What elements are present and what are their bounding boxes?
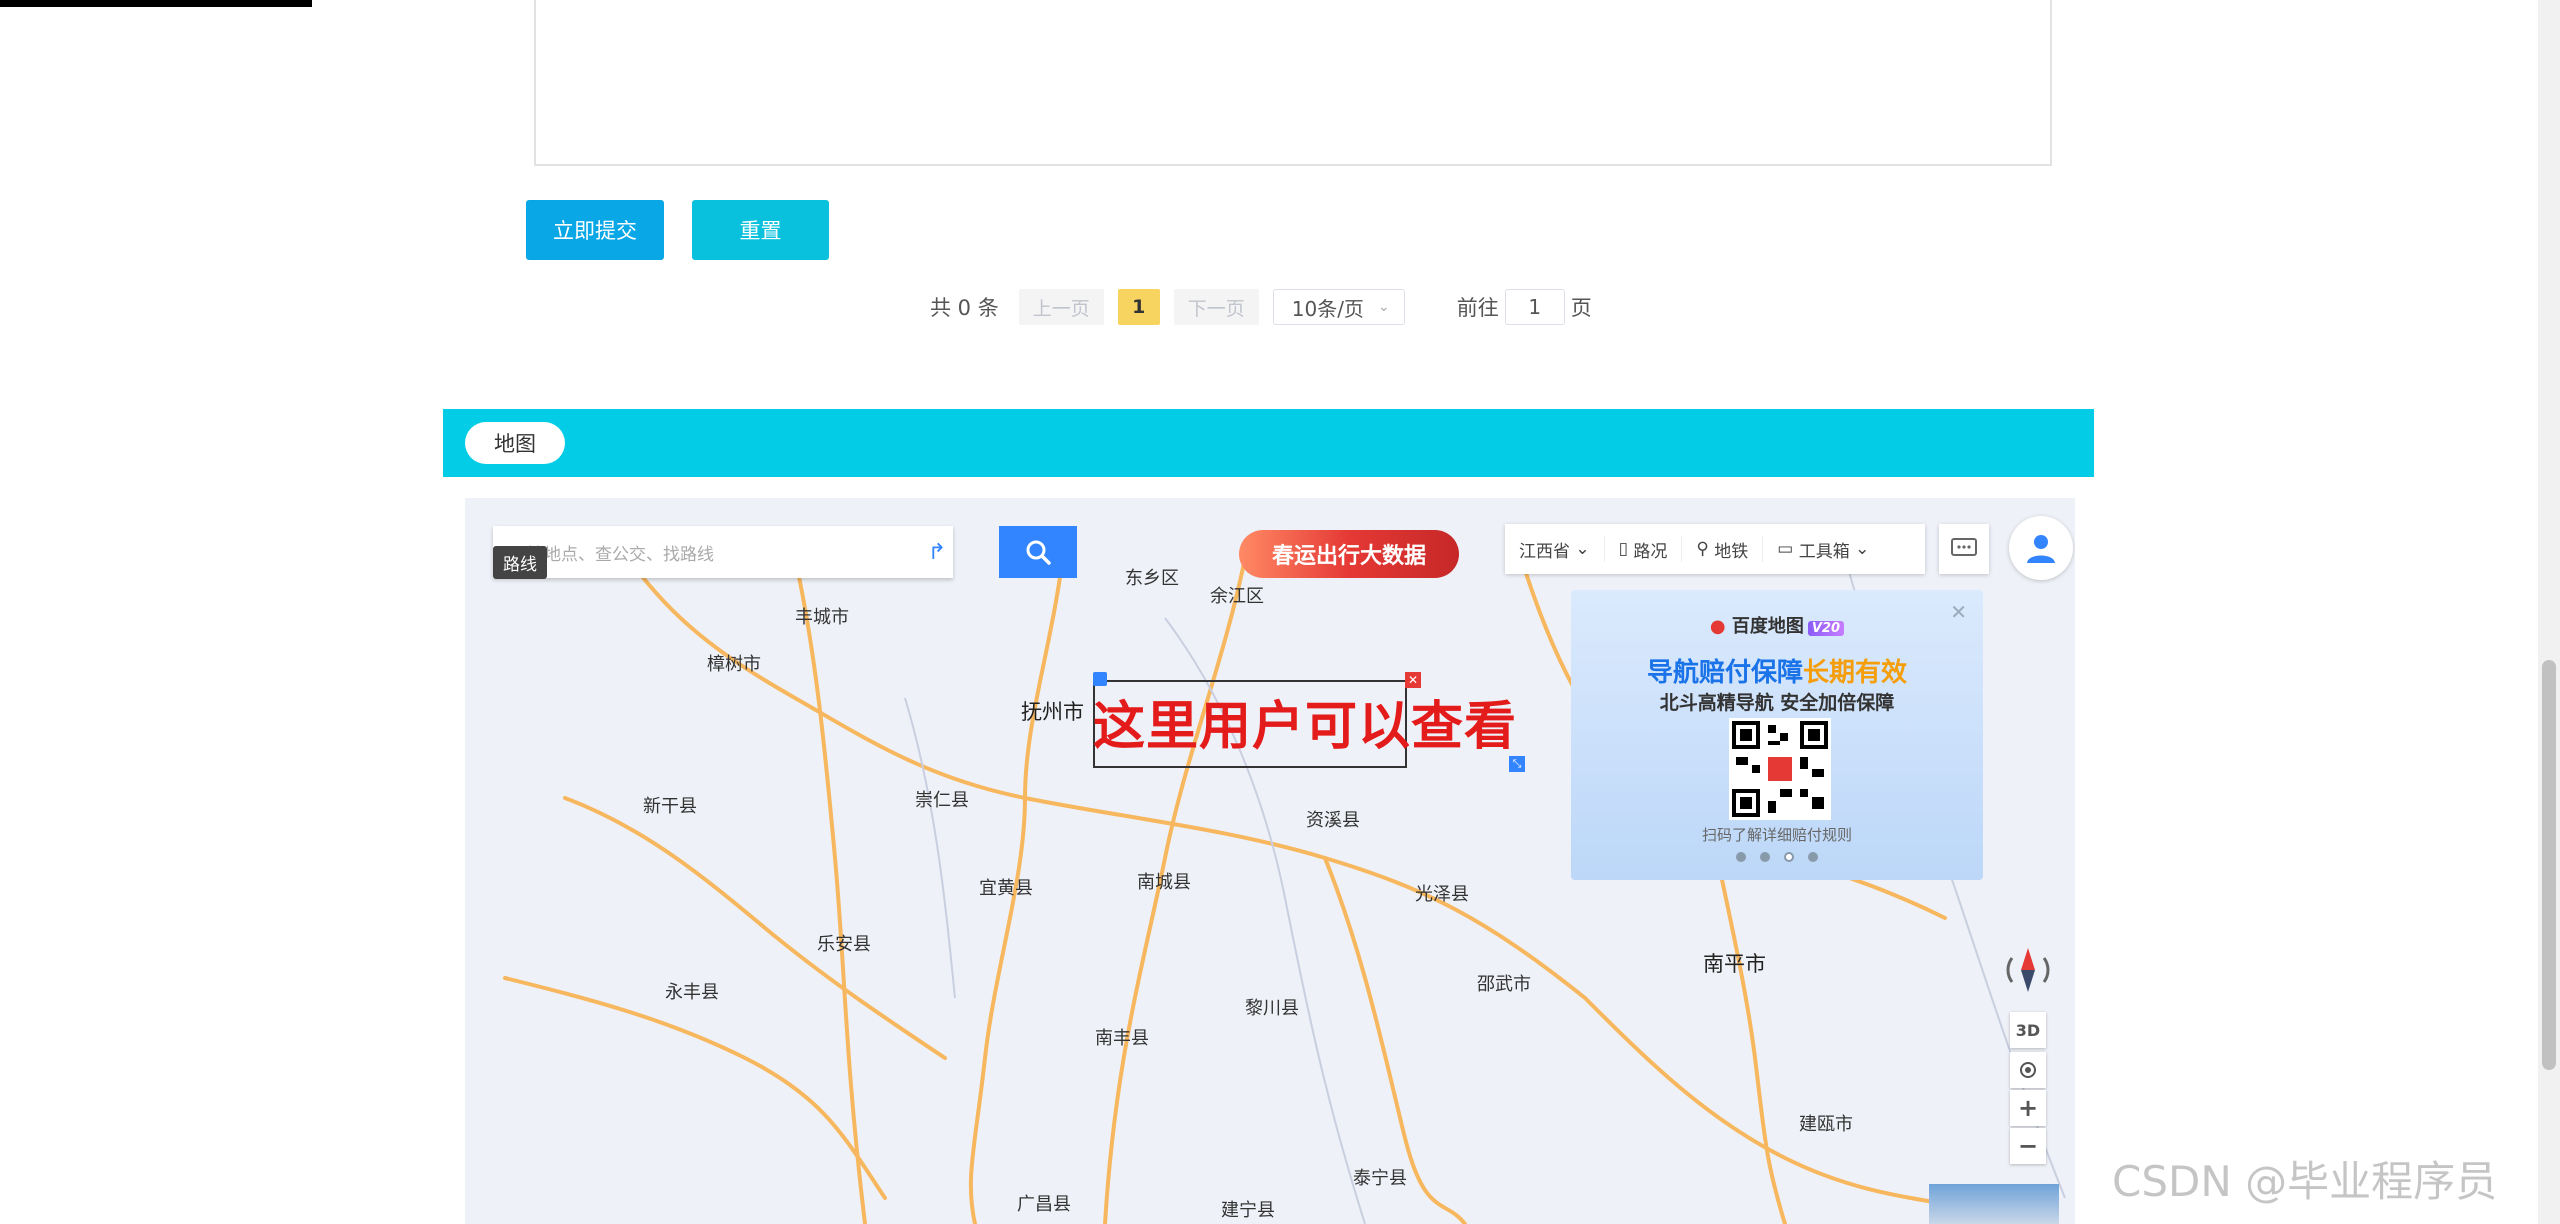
city-label: 建宁县: [1221, 1200, 1275, 1221]
traffic-light-icon: ▯: [1618, 539, 1629, 559]
chevron-down-icon: ⌄: [1855, 539, 1870, 559]
carousel-dot-active[interactable]: [1784, 852, 1794, 862]
route-tooltip: 路线: [493, 546, 547, 579]
city-label: 广昌县: [1017, 1194, 1071, 1215]
qr-code: [1729, 718, 1831, 820]
map-section-header: 地图: [443, 409, 2094, 477]
city-label: 乐安县: [817, 934, 871, 955]
content-textarea[interactable]: [534, 0, 2052, 166]
map-search-input[interactable]: 搜地点、查公交、找路线 ↱: [493, 526, 953, 578]
city-label: 新干县: [643, 796, 697, 817]
city-label: 泰宁县: [1353, 1168, 1407, 1189]
rotate-handle-icon[interactable]: [1093, 672, 1107, 686]
map-pin-icon: ●: [1709, 616, 1726, 637]
city-label: 宜黄县: [979, 878, 1033, 899]
promo-headline-a: 导航赔付保障: [1646, 658, 1803, 688]
top-black-bar: [0, 0, 312, 7]
city-label: 崇仁县: [915, 790, 969, 811]
subway-icon: ⚲: [1696, 539, 1709, 559]
user-avatar-button[interactable]: [2009, 516, 2073, 580]
carousel-dot[interactable]: [1736, 852, 1746, 862]
city-label: 抚州市: [1021, 700, 1084, 724]
city-label: 东乡区: [1125, 568, 1179, 589]
locate-button[interactable]: [2010, 1052, 2046, 1088]
city-label: 光泽县: [1415, 884, 1469, 905]
zoom-in-button[interactable]: +: [2010, 1090, 2046, 1126]
pagination-total: 共 0 条: [930, 296, 999, 320]
toolbox-label: 工具箱: [1798, 541, 1850, 562]
map-overlay-text[interactable]: 这里用户可以查看: [1093, 684, 1517, 759]
map-toolbar: 江西省 ⌄ ▯ 路况 ⚲ 地铁 ▭ 工具箱 ⌄: [1505, 524, 1925, 574]
page-size-value: 10条/页: [1291, 296, 1364, 321]
route-icon[interactable]: ↱: [921, 538, 953, 566]
subway-toggle[interactable]: ⚲ 地铁: [1682, 536, 1764, 562]
submit-button[interactable]: 立即提交: [526, 200, 664, 260]
promo-note: 扫码了解详细赔付规则: [1701, 826, 1852, 844]
carousel-dot[interactable]: [1760, 852, 1770, 862]
promo-headline-b: 长期有效: [1803, 658, 1908, 688]
promo-carousel-dots[interactable]: [1571, 852, 1983, 862]
qr-code-icon: [1732, 721, 1828, 817]
compass-icon: [2006, 948, 2050, 992]
traffic-label: 路况: [1633, 541, 1668, 562]
toolbox-menu[interactable]: ▭ 工具箱 ⌄: [1763, 536, 1883, 562]
reset-button[interactable]: 重置: [692, 200, 829, 260]
user-icon: [2027, 535, 2055, 563]
carousel-dot[interactable]: [1808, 852, 1818, 862]
province-value: 江西省: [1519, 541, 1570, 562]
promo-version: V20: [1807, 621, 1845, 636]
map-search-placeholder: 搜地点、查公交、找路线: [527, 544, 714, 565]
city-label: 建瓯市: [1799, 1114, 1853, 1135]
csdn-watermark: CSDN @毕业程序员: [2112, 1157, 2498, 1206]
spring-festival-banner[interactable]: 春运出行大数据: [1239, 530, 1459, 578]
map-search-button[interactable]: [999, 526, 1077, 578]
resize-handle-icon[interactable]: ⤡: [1509, 756, 1525, 772]
jump-suffix: 页: [1570, 296, 1592, 320]
pagination: 共 0 条 上一页 1 下一页 10条/页 ⌄ 前往 1 页: [930, 288, 1592, 326]
city-label: 资溪县: [1306, 810, 1360, 831]
3d-toggle-button[interactable]: 3D: [2010, 1012, 2046, 1048]
chevron-down-icon: ⌄: [1378, 299, 1390, 315]
toolbox-icon: ▭: [1777, 539, 1794, 559]
promo-headline: 导航赔付保障长期有效: [1571, 652, 1983, 689]
city-label: 南城县: [1137, 872, 1191, 893]
next-page-button[interactable]: 下一页: [1173, 289, 1259, 325]
compass-control[interactable]: [1998, 940, 2058, 1000]
prev-page-button[interactable]: 上一页: [1018, 289, 1104, 325]
zoom-out-button[interactable]: −: [2010, 1128, 2046, 1164]
city-label: 南平市: [1703, 952, 1766, 976]
traffic-toggle[interactable]: ▯ 路况: [1605, 536, 1683, 562]
city-label: 黎川县: [1245, 998, 1299, 1019]
map-tab[interactable]: 地图: [465, 422, 565, 464]
promo-subline: 北斗高精导航 安全加倍保障: [1659, 692, 1895, 714]
search-icon: [1026, 540, 1051, 565]
chevron-down-icon: ⌄: [1575, 539, 1590, 559]
city-label: 余江区: [1210, 586, 1264, 607]
city-label: 樟树市: [707, 654, 761, 675]
chat-icon: [1951, 538, 1977, 556]
jump-prefix: 前往: [1456, 296, 1499, 320]
scrollbar-thumb[interactable]: [2542, 660, 2556, 1070]
promo-brand: ● 百度地图 V20: [1571, 612, 1983, 638]
city-label: 丰城市: [795, 607, 849, 628]
jump-page-input[interactable]: 1: [1504, 289, 1565, 325]
city-label: 南丰县: [1095, 1028, 1149, 1049]
street-view-thumbnail[interactable]: [1929, 1184, 2059, 1224]
city-label: 邵武市: [1477, 974, 1531, 995]
city-label: 永丰县: [665, 982, 719, 1003]
subway-label: 地铁: [1714, 541, 1749, 562]
page-size-select[interactable]: 10条/页 ⌄: [1272, 289, 1405, 325]
promo-card[interactable]: ✕ ● 百度地图 V20 导航赔付保障长期有效 北斗高精导航 安全加倍保障 扫码了…: [1571, 590, 1983, 880]
promo-brand-name: 百度地图: [1731, 616, 1804, 637]
locate-icon: [2020, 1062, 2036, 1078]
province-select[interactable]: 江西省 ⌄: [1505, 536, 1605, 562]
message-button[interactable]: [1939, 524, 1989, 574]
delete-handle-icon[interactable]: ✕: [1405, 672, 1421, 688]
page-1-button[interactable]: 1: [1117, 289, 1160, 325]
page-scrollbar[interactable]: [2538, 0, 2560, 1224]
baidu-map[interactable]: 东乡区 余江区 丰城市 樟树市 抚州市 新干县 崇仁县 资溪县 宜黄县 南城县 …: [465, 498, 2075, 1224]
